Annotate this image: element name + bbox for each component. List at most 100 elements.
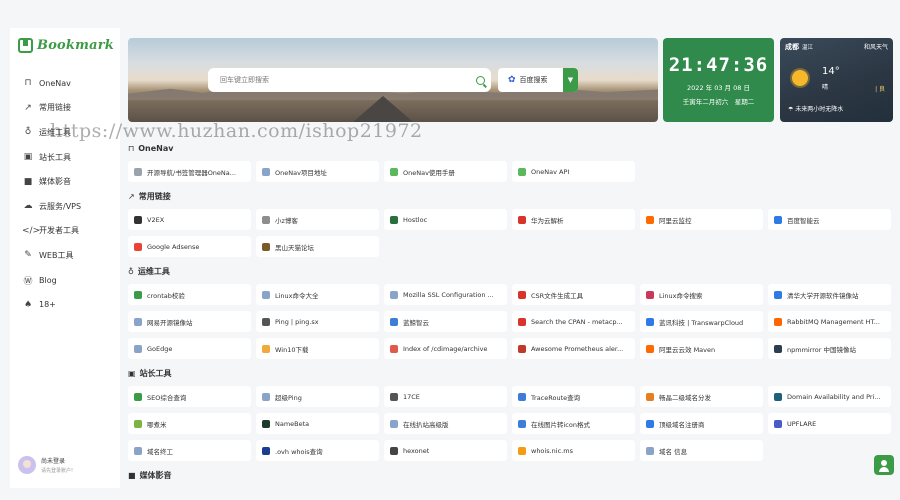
sidebar-item[interactable]: ⊓ OneNav	[10, 71, 120, 96]
bookmark-card[interactable]: 哪煮米	[128, 413, 251, 434]
chevron-down-icon[interactable]: ▼	[563, 68, 578, 92]
sidebar-item-label: Blog	[39, 275, 57, 285]
sidebar-item[interactable]: ☁ 云服务/VPS	[10, 194, 120, 219]
bookmark-card[interactable]: npmmirror 中国镜像站	[768, 338, 891, 359]
site-favicon-icon	[518, 446, 526, 455]
bookmark-card[interactable]: 网易开源镜像站	[128, 311, 251, 332]
bookmark-card[interactable]: TraceRoute查询	[512, 386, 635, 407]
bookmark-content: ⊓ OneNav 开源导航/书签管理器OneNa... OneNav项目地址 OneNa…	[128, 134, 894, 484]
bookmark-card[interactable]: Awesome Prometheus aler...	[512, 338, 635, 359]
bookmark-logo-icon	[18, 38, 33, 53]
logo[interactable]: Bookmark	[10, 28, 120, 59]
bookmark-card[interactable]: GoEdge	[128, 338, 251, 359]
bookmark-label: OneNav项目地址	[275, 168, 327, 177]
section-title-label: 媒体影音	[139, 471, 172, 480]
flask-icon: ♁	[24, 127, 32, 138]
bookmark-card[interactable]: OneNav API	[512, 161, 635, 182]
sidebar-item[interactable]: ■ 媒体影音	[10, 169, 120, 194]
sidebar-item[interactable]: Ⓦ Blog	[10, 268, 120, 293]
bookmark-card[interactable]: 17CE	[384, 386, 507, 407]
shield-icon: ▣	[23, 152, 33, 163]
site-favicon-icon	[518, 167, 526, 176]
site-favicon-icon	[390, 344, 398, 353]
bookmark-card[interactable]: 阿里云监控	[640, 209, 763, 230]
weather-forecast: ☂ 未来两小时无降水	[788, 106, 844, 113]
bookmark-card[interactable]: .ovh whois查询	[256, 440, 379, 461]
avatar[interactable]	[18, 456, 36, 474]
bookmark-card[interactable]: Linux命令大全	[256, 284, 379, 305]
site-favicon-icon	[390, 290, 398, 299]
bookmark-card[interactable]: 在线图片转icon格式	[512, 413, 635, 434]
bookmark-card[interactable]: V2EX	[128, 209, 251, 230]
bookmark-card[interactable]: Mozilla SSL Configuration ...	[384, 284, 507, 305]
bookmark-label: UPFLARE	[787, 419, 817, 428]
bookmark-card[interactable]: Search the CPAN - metacp...	[512, 311, 635, 332]
sidebar-item[interactable]: ♁ 运维工具	[10, 120, 120, 145]
bookmark-card[interactable]: 开源导航/书签管理器OneNa...	[128, 161, 251, 182]
bookmark-card[interactable]: hexonet	[384, 440, 507, 461]
user-login-hint: 请先登录账户!	[41, 468, 74, 474]
user-panel[interactable]: 尚未登录 请先登录账户!	[18, 456, 73, 474]
site-favicon-icon	[262, 317, 270, 326]
bookmark-label: 在线图片转icon格式	[531, 420, 590, 429]
bookmark-card[interactable]: Index of /cdimage/archive	[384, 338, 507, 359]
site-favicon-icon	[646, 419, 654, 428]
weather-widget[interactable]: 成都 温江 和风天气 14° 晴 | 良 ☂ 未来两小时无降水	[780, 38, 893, 122]
bookmark-grid: crontab校验 Linux命令大全 Mozilla SSL Configurat…	[128, 284, 894, 359]
site-favicon-icon	[646, 392, 654, 401]
bookmark-card[interactable]: 清华大学开源软件镜像站	[768, 284, 891, 305]
bookmark-card[interactable]: 阿里云云效 Maven	[640, 338, 763, 359]
bookmark-label: NameBeta	[275, 419, 310, 428]
sidebar-item[interactable]: ↗ 常用链接	[10, 96, 120, 121]
bookmark-card[interactable]: Win10下载	[256, 338, 379, 359]
bookmark-label: 域名 信息	[659, 447, 688, 456]
bookmark-card[interactable]: 蓝鲸智云	[384, 311, 507, 332]
site-favicon-icon	[646, 290, 654, 299]
external-link-icon: ↗	[24, 102, 32, 113]
user-name: 尚未登录	[41, 458, 66, 465]
sidebar-item[interactable]: ▣ 站长工具	[10, 145, 120, 170]
bookmark-grid: SEO综合查询 超级Ping 17CE TraceRoute查询 畅晶二级域名分发 Dom…	[128, 386, 894, 461]
user-float-button[interactable]	[874, 455, 894, 475]
search-icon[interactable]	[476, 75, 485, 85]
bookmark-label: 哪煮米	[147, 420, 167, 429]
site-favicon-icon	[646, 215, 654, 224]
bookmark-card[interactable]: 域名 信息	[640, 440, 763, 461]
site-favicon-icon	[646, 317, 654, 326]
bookmark-card[interactable]: 蓝讯科技 | TranswarpCloud	[640, 311, 763, 332]
bookmark-card[interactable]: 在线扒站高级版	[384, 413, 507, 434]
bookmark-card[interactable]: NameBeta	[256, 413, 379, 434]
bookmark-card[interactable]: 小z博客	[256, 209, 379, 230]
bookmark-card[interactable]: Hostloc	[384, 209, 507, 230]
bookmark-card[interactable]: Domain Availability and Pri...	[768, 386, 891, 407]
bookmark-card[interactable]: OneNav项目地址	[256, 161, 379, 182]
bookmark-card[interactable]: 黑山天猫论坛	[256, 236, 379, 257]
bookmark-card[interactable]: RabbitMQ Management HT...	[768, 311, 891, 332]
site-favicon-icon	[134, 242, 142, 251]
bookmark-card[interactable]: 华为云解析	[512, 209, 635, 230]
bookmark-card[interactable]: SEO综合查询	[128, 386, 251, 407]
bookmark-card[interactable]: crontab校验	[128, 284, 251, 305]
bookmark-card[interactable]: OneNav使用手册	[384, 161, 507, 182]
sidebar-item[interactable]: </> 开发者工具	[10, 219, 120, 244]
sidebar-item[interactable]: ♠ 18+	[10, 292, 120, 317]
bookmark-card[interactable]: 超级Ping	[256, 386, 379, 407]
bookmark-card[interactable]: CSR文件生成工具	[512, 284, 635, 305]
weather-condition: 晴	[822, 84, 829, 91]
bookmark-card[interactable]: Google Adsense	[128, 236, 251, 257]
bookmark-card[interactable]: Linux命令搜索	[640, 284, 763, 305]
sidebar-item[interactable]: ✎ WEB工具	[10, 243, 120, 268]
bookmark-card[interactable]: Ping | ping.sx	[256, 311, 379, 332]
site-favicon-icon	[262, 344, 270, 353]
bookmark-card[interactable]: 百度智能云	[768, 209, 891, 230]
bookmark-card[interactable]: 顶级域名注册商	[640, 413, 763, 434]
bookmark-label: whois.nic.ms	[531, 446, 573, 455]
bookmark-card[interactable]: whois.nic.ms	[512, 440, 635, 461]
bookmark-card[interactable]: UPFLARE	[768, 413, 891, 434]
bookmark-card[interactable]: 畅晶二级域名分发	[640, 386, 763, 407]
bookmark-card[interactable]: 域名终工	[128, 440, 251, 461]
sidebar-item-label: 18+	[39, 300, 56, 310]
sidebar-item-label: 开发者工具	[39, 226, 79, 236]
search-engine-select[interactable]: ✿ 百度搜索 ▼	[498, 68, 578, 92]
search-input[interactable]	[220, 76, 476, 84]
